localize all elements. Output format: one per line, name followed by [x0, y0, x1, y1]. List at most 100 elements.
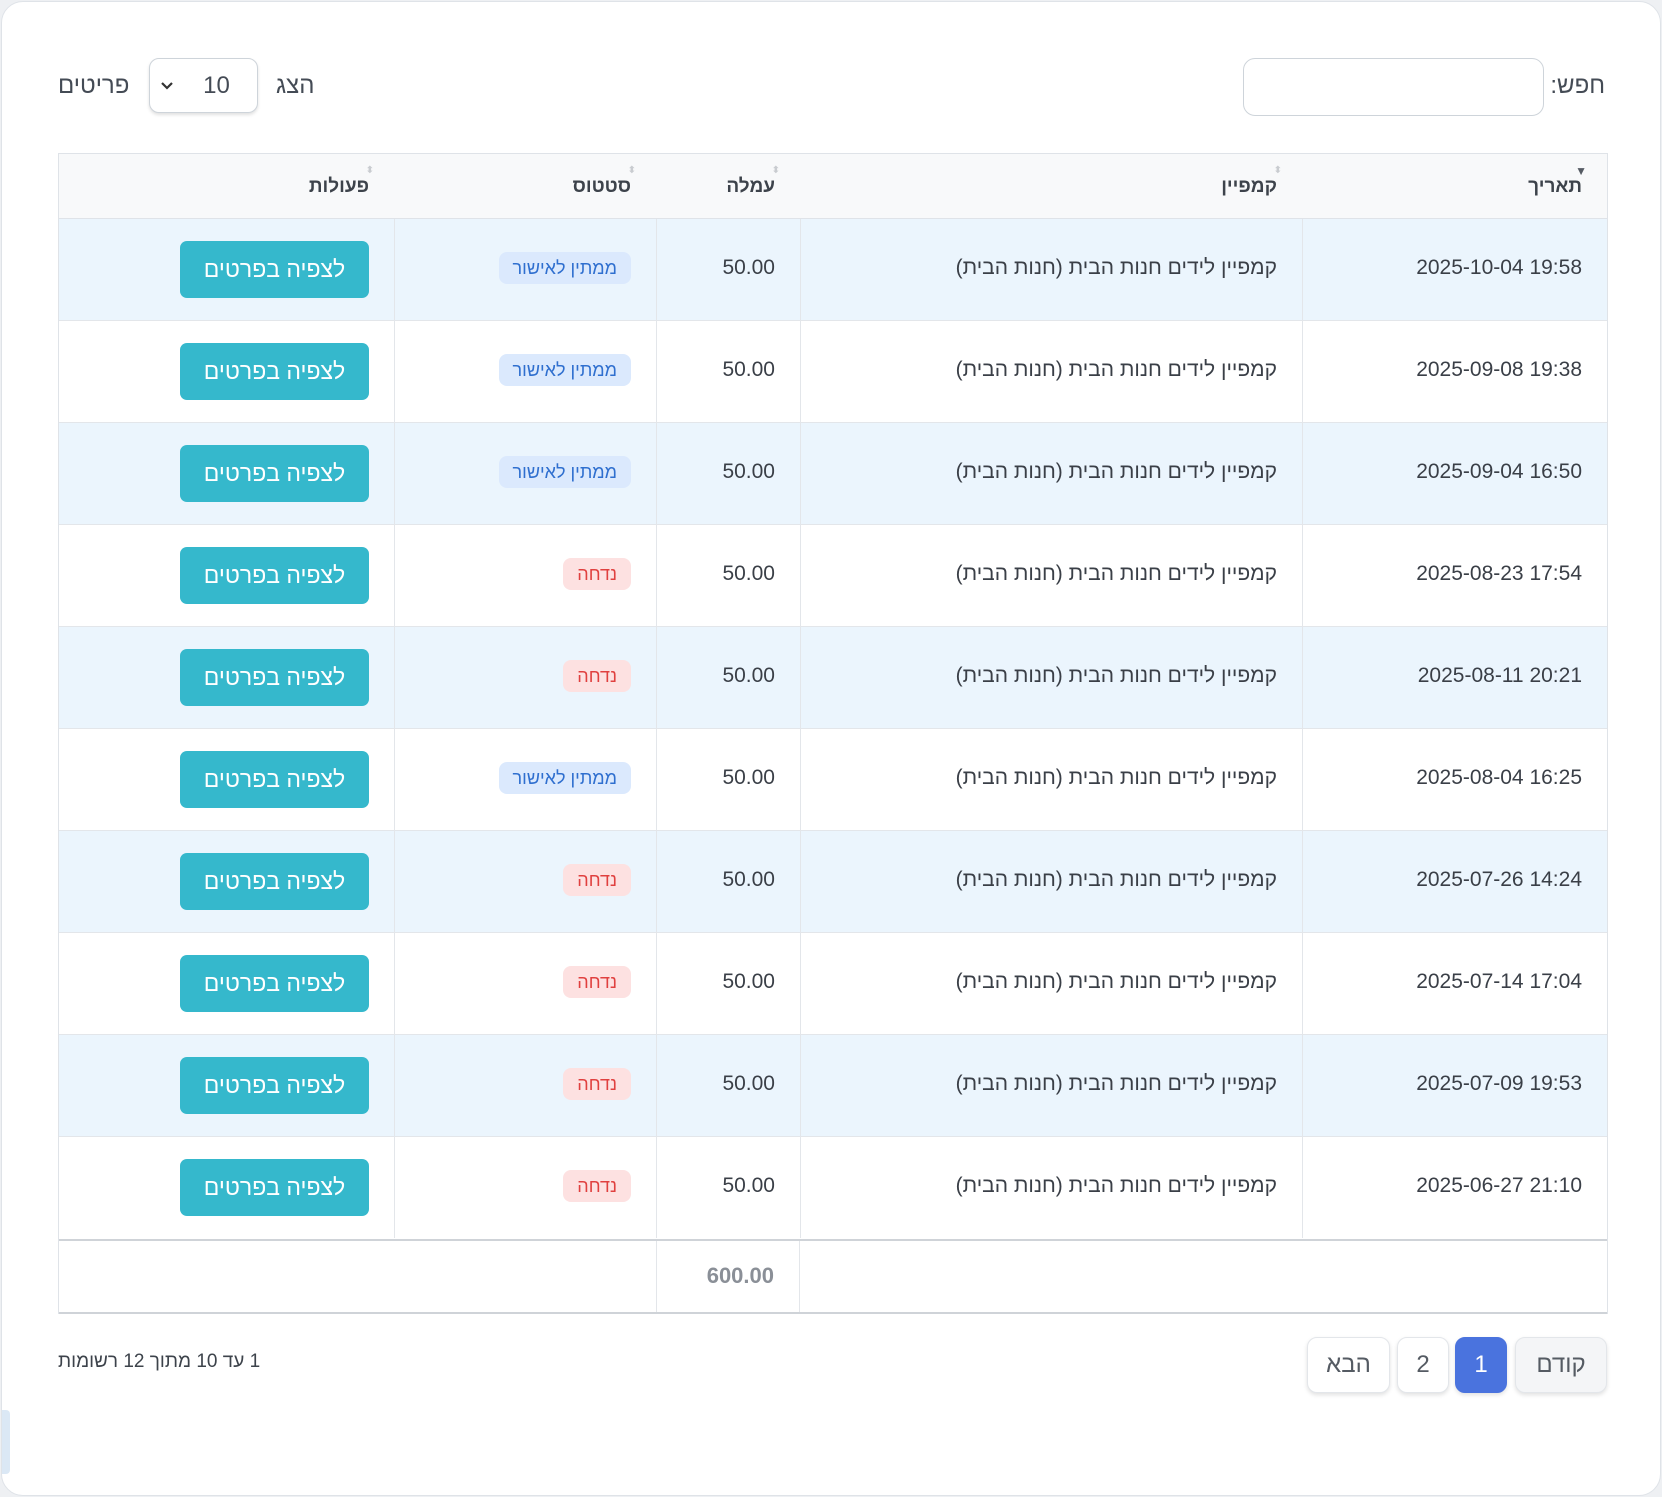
column-header-actions-label: פעולות: [308, 176, 369, 197]
view-details-button[interactable]: לצפיה בפרטים: [180, 343, 369, 400]
table-row: 2025-06-27 21:10 קמפיין לידים חנות הבית …: [59, 1137, 1607, 1239]
table-body: 2025-10-04 19:58 קמפיין לידים חנות הבית …: [59, 219, 1607, 1239]
table-row: 2025-08-11 20:21 קמפיין לידים חנות הבית …: [59, 627, 1607, 729]
date-cell: 2025-07-26 14:24: [1302, 831, 1607, 932]
view-details-button[interactable]: לצפיה בפרטים: [180, 445, 369, 502]
actions-cell: לצפיה בפרטים: [57, 627, 394, 728]
amount-cell: 50.00: [656, 627, 800, 728]
table-row: 2025-07-14 17:04 קמפיין לידים חנות הבית …: [59, 933, 1607, 1035]
actions-cell: לצפיה בפרטים: [57, 321, 394, 422]
table-row: 2025-08-23 17:54 קמפיין לידים חנות הבית …: [59, 525, 1607, 627]
actions-cell: לצפיה בפרטים: [57, 831, 394, 932]
date-cell: 2025-08-23 17:54: [1302, 525, 1607, 626]
status-cell: נדחה: [394, 1035, 656, 1136]
view-details-button[interactable]: לצפיה בפרטים: [180, 955, 369, 1012]
view-details-button[interactable]: לצפיה בפרטים: [180, 751, 369, 808]
column-header-amount[interactable]: עמלה ⬍: [656, 154, 800, 218]
column-header-date[interactable]: תאריך ▼: [1302, 154, 1607, 218]
view-details-button[interactable]: לצפיה בפרטים: [180, 547, 369, 604]
table-row: 2025-09-08 19:38 קמפיין לידים חנות הבית …: [59, 321, 1607, 423]
amount-cell: 50.00: [656, 933, 800, 1034]
amount-cell: 50.00: [656, 423, 800, 524]
column-header-status-label: סטטוס: [572, 176, 631, 197]
page-2-button[interactable]: 2: [1397, 1337, 1449, 1393]
amount-cell: 50.00: [656, 729, 800, 830]
amount-cell: 50.00: [656, 831, 800, 932]
next-page-button[interactable]: הבא: [1307, 1337, 1390, 1393]
length-show-label: הצג: [276, 72, 315, 99]
sort-desc-icon: ▼: [1575, 164, 1587, 178]
campaign-cell: קמפיין לידים חנות הבית (חנות הבית): [800, 525, 1302, 626]
campaign-cell: קמפיין לידים חנות הבית (חנות הבית): [800, 321, 1302, 422]
column-header-campaign[interactable]: קמפיין ⬍: [800, 154, 1302, 218]
table-row: 2025-09-04 16:50 קמפיין לידים חנות הבית …: [59, 423, 1607, 525]
date-cell: 2025-07-14 17:04: [1302, 933, 1607, 1034]
datatable-card: חפש: הצג 10 פריטים תאריך ▼ קמפיין ⬍ עמלה…: [1, 1, 1661, 1496]
campaign-cell: קמפיין לידים חנות הבית (חנות הבית): [800, 1137, 1302, 1238]
status-badge: ממתין לאישור: [498, 354, 631, 386]
status-cell: נדחה: [394, 1137, 656, 1238]
status-cell: נדחה: [394, 933, 656, 1034]
date-cell: 2025-10-04 19:58: [1302, 219, 1607, 320]
status-cell: ממתין לאישור: [394, 423, 656, 524]
length-items-label: פריטים: [58, 72, 130, 99]
chevron-down-icon: [157, 70, 177, 100]
date-cell: 2025-08-04 16:25: [1302, 729, 1607, 830]
sort-both-icon: ⬍: [365, 165, 374, 176]
column-header-amount-label: עמלה: [726, 176, 775, 197]
campaign-cell: קמפיין לידים חנות הבית (חנות הבית): [800, 1035, 1302, 1136]
status-badge: נדחה: [563, 966, 631, 998]
date-cell: 2025-09-08 19:38: [1302, 321, 1607, 422]
total-amount: 600.00: [656, 1241, 800, 1312]
amount-cell: 50.00: [656, 1137, 800, 1238]
column-header-status[interactable]: סטטוס ⬍: [394, 154, 656, 218]
actions-cell: לצפיה בפרטים: [57, 729, 394, 830]
view-details-button[interactable]: לצפיה בפרטים: [180, 649, 369, 706]
campaign-cell: קמפיין לידים חנות הבית (חנות הבית): [800, 729, 1302, 830]
status-badge: ממתין לאישור: [498, 762, 631, 794]
table-footer: 600.00: [59, 1239, 1607, 1314]
pagination: הבא 2 1 קודם: [1307, 1337, 1607, 1393]
table-row: 2025-10-04 19:58 קמפיין לידים חנות הבית …: [59, 219, 1607, 321]
campaign-cell: קמפיין לידים חנות הבית (חנות הבית): [800, 933, 1302, 1034]
actions-cell: לצפיה בפרטים: [57, 1035, 394, 1136]
table-row: 2025-07-26 14:24 קמפיין לידים חנות הבית …: [59, 831, 1607, 933]
amount-cell: 50.00: [656, 1035, 800, 1136]
status-cell: נדחה: [394, 831, 656, 932]
sort-both-icon: ⬍: [627, 165, 636, 176]
date-cell: 2025-07-09 19:53: [1302, 1035, 1607, 1136]
date-cell: 2025-08-11 20:21: [1302, 627, 1607, 728]
side-tab[interactable]: [2, 1410, 10, 1474]
search-input[interactable]: [1243, 58, 1544, 116]
status-badge: ממתין לאישור: [498, 456, 631, 488]
prev-page-button[interactable]: קודם: [1515, 1337, 1607, 1393]
amount-cell: 50.00: [656, 525, 800, 626]
search-label: חפש:: [1550, 72, 1605, 99]
view-details-button[interactable]: לצפיה בפרטים: [180, 1159, 369, 1216]
table-header: תאריך ▼ קמפיין ⬍ עמלה ⬍ סטטוס ⬍ פעולות ⬍: [59, 154, 1607, 219]
status-cell: ממתין לאישור: [394, 729, 656, 830]
campaign-cell: קמפיין לידים חנות הבית (חנות הבית): [800, 627, 1302, 728]
actions-cell: לצפיה בפרטים: [57, 1137, 394, 1238]
status-cell: נדחה: [394, 627, 656, 728]
amount-cell: 50.00: [656, 321, 800, 422]
column-header-actions[interactable]: פעולות ⬍: [57, 154, 394, 218]
status-cell: ממתין לאישור: [394, 321, 656, 422]
view-details-button[interactable]: לצפיה בפרטים: [180, 241, 369, 298]
sort-both-icon: ⬍: [1273, 165, 1282, 176]
table-row: 2025-08-04 16:25 קמפיין לידים חנות הבית …: [59, 729, 1607, 831]
status-badge: ממתין לאישור: [498, 252, 631, 284]
status-badge: נדחה: [563, 660, 631, 692]
date-cell: 2025-09-04 16:50: [1302, 423, 1607, 524]
status-cell: נדחה: [394, 525, 656, 626]
view-details-button[interactable]: לצפיה בפרטים: [180, 853, 369, 910]
view-details-button[interactable]: לצפיה בפרטים: [180, 1057, 369, 1114]
page-length-select[interactable]: 10: [149, 58, 258, 113]
status-badge: נדחה: [563, 864, 631, 896]
actions-cell: לצפיה בפרטים: [57, 219, 394, 320]
page-1-button[interactable]: 1: [1455, 1337, 1507, 1393]
campaign-cell: קמפיין לידים חנות הבית (חנות הבית): [800, 831, 1302, 932]
status-badge: נדחה: [563, 1170, 631, 1202]
column-header-campaign-label: קמפיין: [1221, 176, 1277, 197]
actions-cell: לצפיה בפרטים: [57, 525, 394, 626]
